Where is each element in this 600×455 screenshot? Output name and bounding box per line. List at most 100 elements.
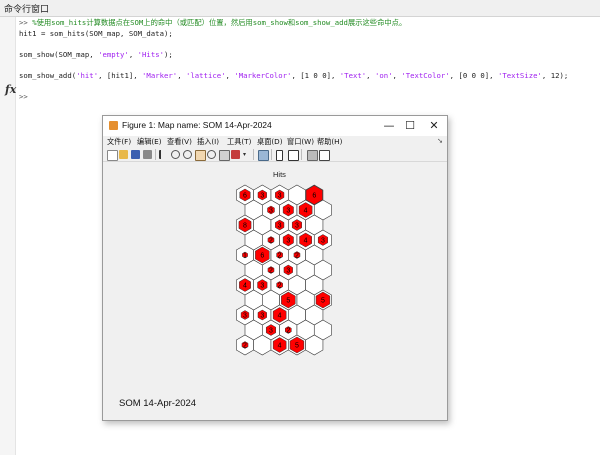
fx-icon[interactable]: fx — [5, 83, 16, 96]
console-output[interactable]: >> %使用som_hits计算数据点在SOM上的命中（或匹配）位置，然后用so… — [19, 18, 568, 103]
console-line: som_show(SOM_map, 'empty', 'Hits'); — [19, 50, 568, 61]
data-cursor-icon[interactable] — [219, 150, 230, 161]
hit-count-label: 2 — [278, 253, 282, 260]
command-prompt: >> — [19, 92, 33, 102]
code-string: 'on' — [374, 70, 393, 80]
link-icon[interactable] — [258, 150, 269, 161]
code-text: hit1 = som_hits(SOM_map, SOM_data); — [19, 28, 173, 38]
save-icon[interactable] — [131, 150, 140, 159]
console-line: hit1 = som_hits(SOM_map, SOM_data); — [19, 29, 568, 40]
console-line: >> — [19, 92, 568, 103]
code-text: , 12); — [541, 70, 569, 80]
pointer-icon[interactable] — [159, 150, 166, 159]
map-caption: SOM 14-Apr-2024 — [119, 398, 197, 409]
code-string: 'Marker' — [142, 70, 178, 80]
menu-desktop[interactable]: 桌面(D) — [257, 136, 283, 148]
menubar-expand-icon[interactable]: ➘ — [437, 137, 443, 145]
hit-count-label: 3 — [269, 328, 273, 335]
rotate-icon[interactable] — [207, 150, 216, 159]
hit-count-label: 2 — [278, 283, 282, 290]
hit-count-label: 5 — [295, 343, 299, 350]
figure-titlebar[interactable]: Figure 1: Map name: SOM 14-Apr-2024 — ☐ … — [103, 116, 447, 136]
menu-tools[interactable]: 工具(T) — [227, 136, 251, 148]
command-prompt: >> — [19, 18, 33, 27]
hit-count-label: 5 — [286, 298, 290, 305]
hit-count-label: 4 — [304, 208, 308, 215]
pan-icon[interactable] — [195, 150, 206, 161]
code-text: , [hit1], — [98, 70, 143, 80]
toolbar-separator — [155, 149, 156, 160]
hit-count-label: 5 — [321, 298, 325, 305]
hit-count-label: 3 — [243, 313, 247, 320]
toolbar-separator — [271, 149, 272, 160]
hit-count-label: 3 — [260, 283, 264, 290]
hit-count-label: 3 — [295, 223, 299, 230]
new-figure-icon[interactable] — [107, 150, 118, 161]
command-window-title: 命令行窗口 — [4, 5, 50, 15]
code-string: 'Text' — [339, 70, 367, 80]
menu-view[interactable]: 查看(V) — [167, 136, 192, 148]
toolbar-separator — [253, 149, 254, 160]
code-text: , — [128, 49, 138, 59]
hit-count-label: 3 — [260, 193, 264, 200]
hit-count-label: 4 — [304, 238, 308, 245]
print-icon[interactable] — [143, 150, 152, 159]
menu-help[interactable]: 帮助(H) — [317, 136, 342, 148]
code-text: , — [225, 70, 235, 80]
code-string: 'Hits' — [137, 49, 164, 59]
menu-insert[interactable]: 插入(I) — [197, 136, 219, 148]
code-text: ); — [164, 49, 173, 59]
code-string: 'MarkerColor' — [234, 70, 292, 80]
code-string: 'hit' — [76, 70, 99, 80]
menu-window[interactable]: 窗口(W) — [287, 136, 314, 148]
hit-count-label: 8 — [243, 223, 247, 230]
console-line: >> %使用som_hits计算数据点在SOM上的命中（或匹配）位置，然后用so… — [19, 18, 568, 29]
hit-count-label: 6 — [243, 193, 247, 200]
hit-count-label: 1 — [243, 253, 247, 260]
figure-window[interactable]: Figure 1: Map name: SOM 14-Apr-2024 — ☐ … — [102, 115, 448, 421]
hit-count-label: 3 — [269, 208, 273, 215]
hit-count-label: 4 — [243, 283, 247, 290]
code-text: , [1 0 0], — [291, 70, 340, 80]
brush-dropdown-icon[interactable]: ▾ — [243, 150, 252, 159]
hit-count-label: 2 — [243, 343, 247, 350]
code-string: 'TextColor' — [401, 70, 450, 80]
code-string: 'lattice' — [185, 70, 226, 80]
hide-plot-tools-icon[interactable] — [307, 150, 318, 161]
brush-icon[interactable] — [231, 150, 240, 159]
zoom-out-icon[interactable] — [183, 150, 192, 159]
hit-count-label: 3 — [321, 238, 325, 245]
code-text: , — [177, 70, 186, 80]
code-text: , [0 0 0], — [449, 70, 498, 80]
colorbar-icon[interactable] — [276, 150, 283, 161]
menu-file[interactable]: 文件(F) — [107, 136, 131, 148]
hit-count-label: 2 — [286, 328, 290, 335]
minimize-icon[interactable]: — — [382, 119, 396, 133]
toolbar-separator — [301, 149, 302, 160]
code-text: , — [392, 70, 402, 80]
hit-count-label: 3 — [286, 268, 290, 275]
figure-title: Figure 1: Map name: SOM 14-Apr-2024 — [122, 120, 272, 130]
hit-count-label: 6 — [312, 193, 316, 200]
menu-edit[interactable]: 编辑(E) — [137, 136, 162, 148]
hit-count-label: 2 — [269, 268, 273, 275]
maximize-icon[interactable]: ☐ — [403, 119, 417, 133]
plot-area[interactable]: Hits 633633483323431622234325533432245 S… — [103, 162, 447, 420]
close-icon[interactable]: ✕ — [427, 119, 441, 133]
zoom-in-icon[interactable] — [171, 150, 180, 159]
hit-count-label: 3 — [278, 193, 282, 200]
open-icon[interactable] — [119, 150, 128, 159]
show-plot-tools-icon[interactable] — [319, 150, 330, 161]
legend-icon[interactable] — [288, 150, 299, 161]
command-window-titlebar: 命令行窗口 — [0, 0, 600, 17]
code-text: som_show_add( — [19, 70, 77, 80]
code-comment: %使用som_hits计算数据点在SOM上的命中（或匹配）位置，然后用som_s… — [32, 18, 407, 27]
som-hit-map[interactable]: 6 3 3 6 3 3 4 8 3 3 2 3 4 3 1 6 2 2 2 3 4 3 2 5 5 3 3 4 3 2 2 4 5 — [103, 162, 447, 420]
hit-count-label: 4 — [278, 313, 282, 320]
console-line: som_show_add('hit', [hit1], 'Marker', 'l… — [19, 71, 568, 82]
code-text: som_show(SOM_map, — [19, 49, 99, 59]
code-string: 'empty' — [98, 49, 129, 59]
hit-count-label: 2 — [295, 253, 299, 260]
